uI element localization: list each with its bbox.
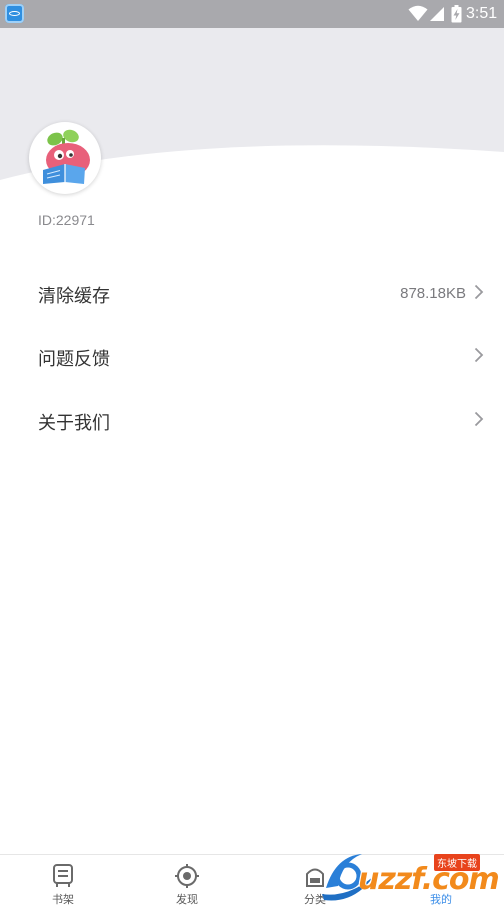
nav-item-bookshelf[interactable]: 书架 bbox=[0, 855, 126, 911]
user-id: ID:22971 bbox=[38, 212, 95, 228]
menu-item-label: 问题反馈 bbox=[38, 349, 110, 370]
signal-icon bbox=[430, 7, 444, 21]
status-time: 3:51 bbox=[466, 5, 498, 22]
battery-icon bbox=[451, 5, 462, 23]
chevron-right-icon bbox=[474, 411, 484, 427]
menu-item-label: 清除缓存 bbox=[38, 286, 110, 307]
chevron-right-icon bbox=[474, 347, 484, 363]
profile-screen: 3:51 ID:22971 清除缓存 878.18KB 问题反馈 关于我们 书架… bbox=[0, 0, 504, 911]
cache-size-value: 878.18KB bbox=[400, 285, 466, 302]
mascot-avatar-icon bbox=[43, 129, 90, 184]
menu-item-about-us[interactable]: 关于我们 bbox=[0, 389, 504, 453]
watermark-logo: uzzf.com 东坡下载 bbox=[318, 846, 504, 906]
nav-item-discover[interactable]: 发现 bbox=[124, 855, 250, 911]
nav-label: 发现 bbox=[176, 893, 198, 906]
bookshelf-icon bbox=[53, 864, 73, 887]
nav-label: 书架 bbox=[52, 893, 74, 906]
avatar[interactable] bbox=[29, 122, 101, 194]
watermark-badge: 东坡下载 bbox=[434, 854, 480, 871]
menu-item-label: 关于我们 bbox=[38, 413, 110, 434]
wifi-icon bbox=[408, 5, 428, 21]
menu-item-clear-cache[interactable]: 清除缓存 878.18KB bbox=[0, 262, 504, 326]
discover-icon bbox=[175, 864, 199, 888]
status-bar: 3:51 bbox=[0, 0, 504, 28]
menu-item-feedback[interactable]: 问题反馈 bbox=[0, 325, 504, 389]
app-icon bbox=[5, 4, 24, 23]
chevron-right-icon bbox=[474, 284, 484, 300]
